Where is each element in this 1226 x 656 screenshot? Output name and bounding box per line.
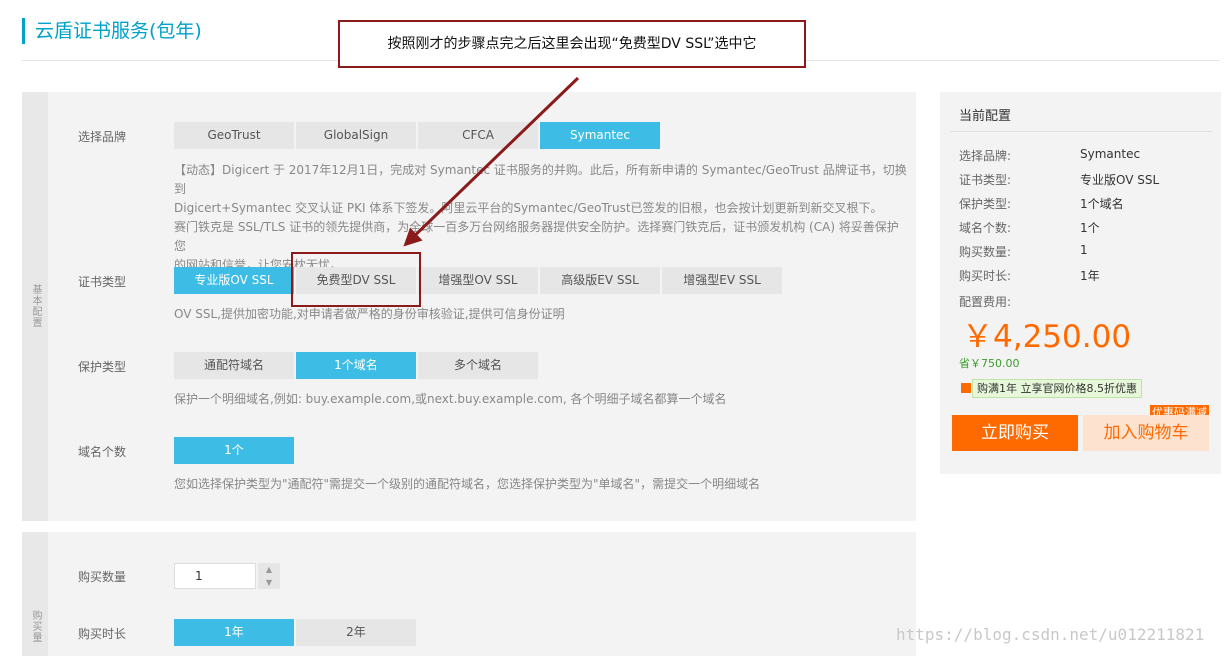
arrow-icon <box>403 76 580 247</box>
annotation-callout: 按照刚才的步骤点完之后这里会出现“免费型DV SSL”选中它 <box>338 20 806 68</box>
watermark: https://blog.csdn.net/u012211821 <box>896 625 1205 644</box>
